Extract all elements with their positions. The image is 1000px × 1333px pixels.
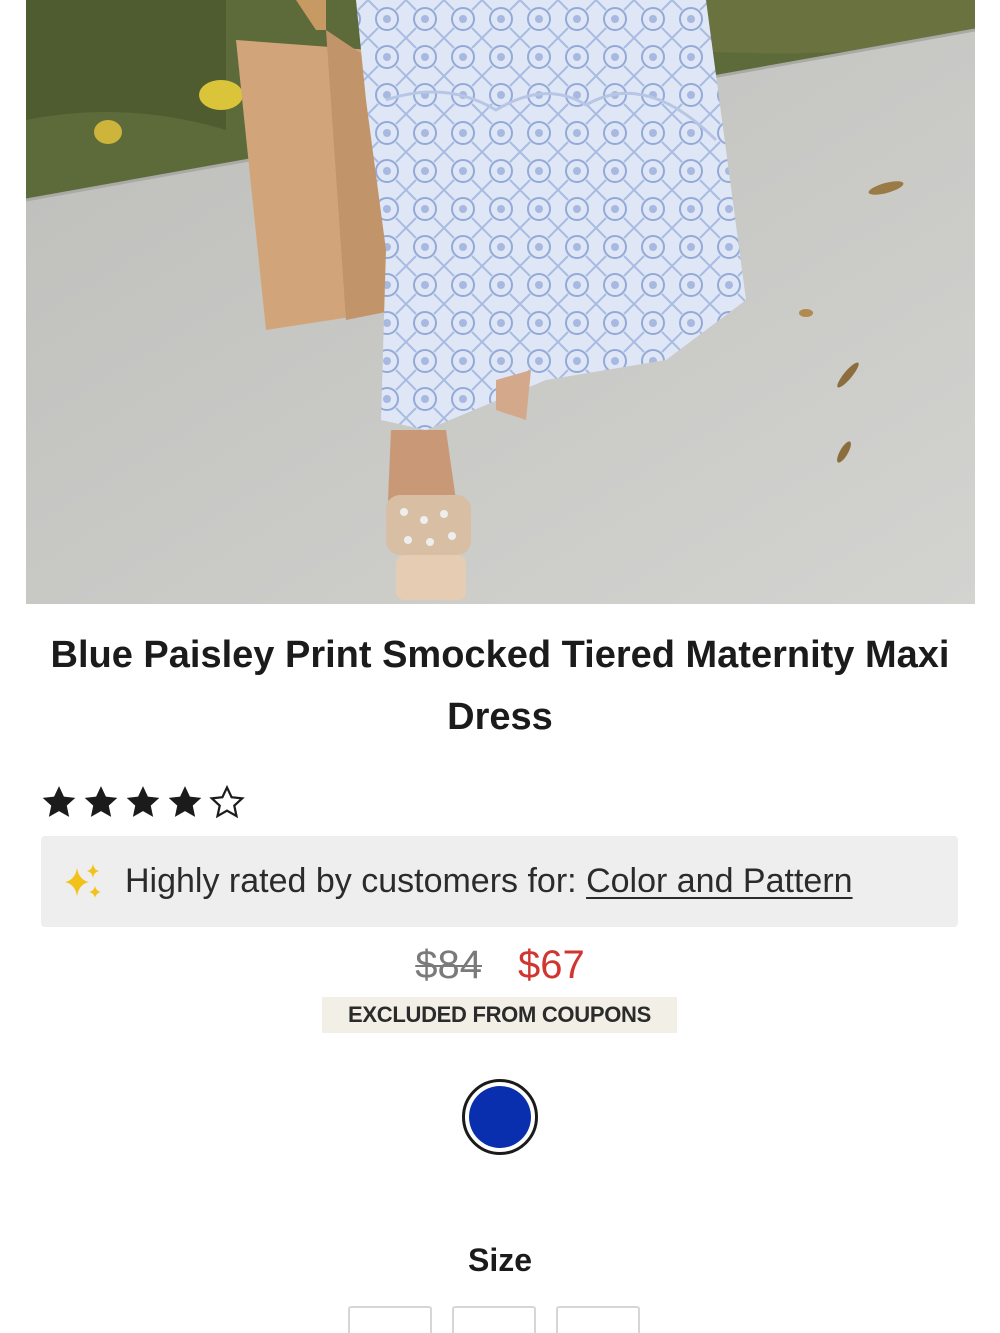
sale-price: $67 <box>518 943 585 987</box>
star-filled-icon <box>42 786 76 817</box>
highlight-text: Highly rated by customers for: Color and… <box>125 862 853 901</box>
size-label: Size <box>467 1242 533 1278</box>
price-row: $84 $67 <box>0 940 1000 990</box>
excluded-from-coupons-badge: EXCLUDED FROM COUPONS <box>322 997 677 1033</box>
star-filled-icon <box>168 786 202 817</box>
star-filled-icon <box>84 786 118 817</box>
size-option[interactable] <box>348 1306 432 1333</box>
star-empty-icon <box>209 784 245 819</box>
size-option[interactable] <box>452 1306 536 1333</box>
product-photo[interactable] <box>26 0 975 604</box>
original-price: $84 <box>415 943 482 987</box>
star-filled-icon <box>126 786 160 817</box>
product-photo-illustration <box>26 0 975 604</box>
highlight-label: Highly rated by customers for: <box>125 862 587 900</box>
product-title: Blue Paisley Print Smocked Tiered Matern… <box>50 634 950 738</box>
star-rating[interactable] <box>40 780 250 824</box>
size-option[interactable] <box>556 1306 640 1333</box>
rating-highlight-banner: Highly rated by customers for: Color and… <box>41 836 958 927</box>
color-swatch-fill <box>469 1086 531 1148</box>
color-swatch-blue[interactable] <box>462 1079 538 1155</box>
color-and-pattern-link[interactable]: Color and Pattern <box>586 862 853 900</box>
sparkle-icon <box>65 863 101 898</box>
product-page: Blue Paisley Print Smocked Tiered Matern… <box>0 0 1000 1333</box>
